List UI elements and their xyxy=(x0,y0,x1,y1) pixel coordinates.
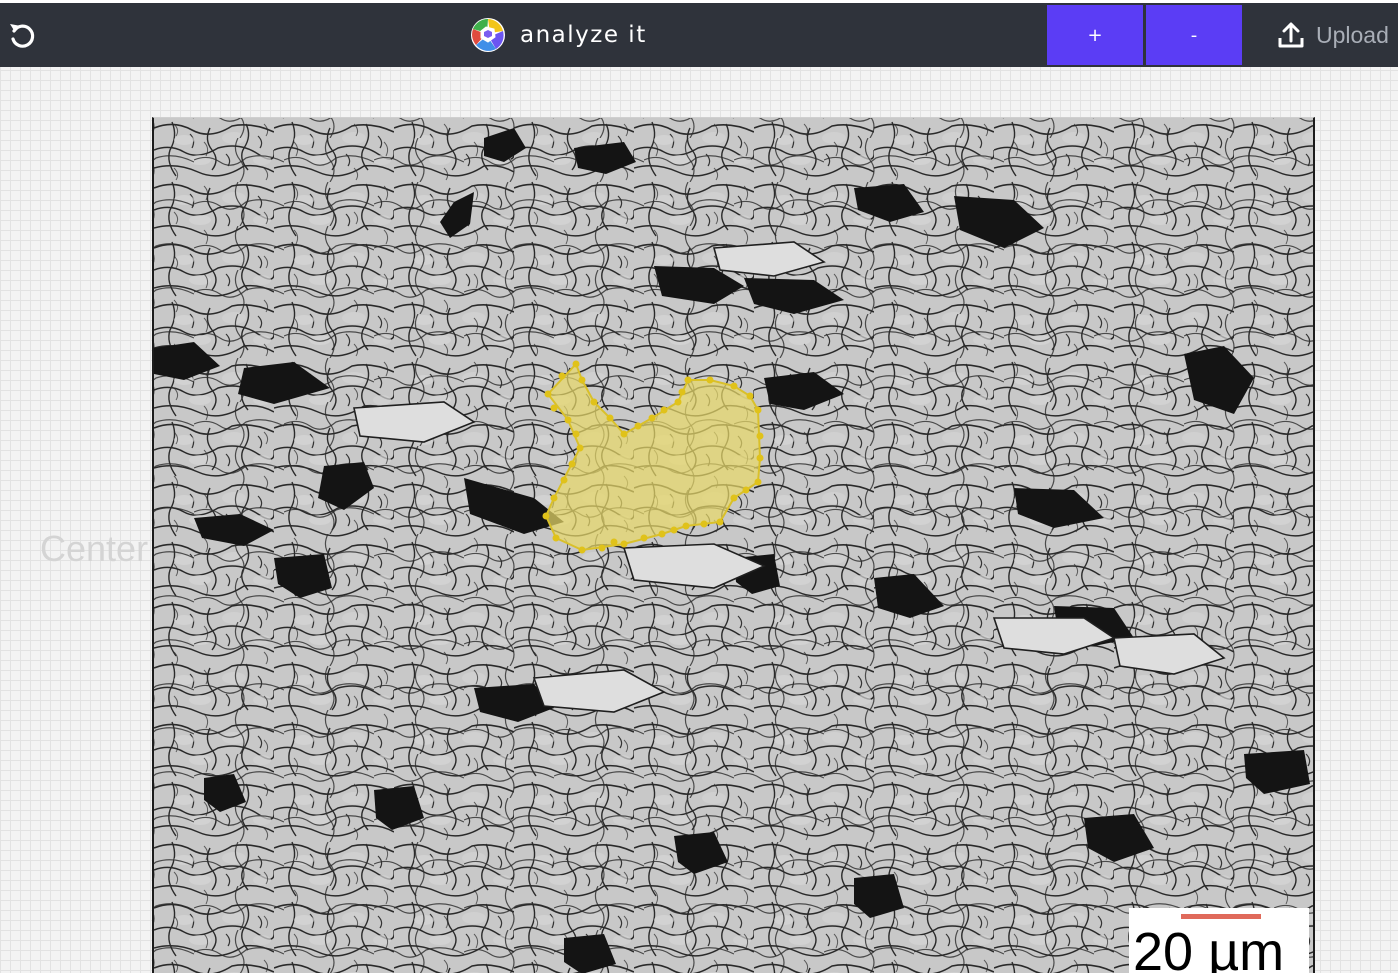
scale-bar-label: 20 µm xyxy=(1133,922,1285,973)
zoom-out-button[interactable]: - xyxy=(1146,5,1242,65)
zoom-in-button[interactable]: + xyxy=(1047,5,1143,65)
upload-icon xyxy=(1278,22,1304,48)
toolbar: analyze it + - Upload xyxy=(0,3,1398,67)
scale-bar-line xyxy=(1181,914,1261,919)
grain-logo-icon xyxy=(471,18,505,52)
undo-icon xyxy=(10,24,35,48)
micrograph-viewer[interactable]: 20 µm xyxy=(152,117,1315,973)
scale-bar: 20 µm xyxy=(1129,908,1309,973)
app-brand: analyze it xyxy=(470,17,647,53)
reset-button[interactable] xyxy=(4,17,40,53)
micrograph-image xyxy=(154,118,1313,973)
app-title: analyze it xyxy=(520,22,647,48)
canvas-background-label: Center xyxy=(40,528,149,569)
upload-button[interactable]: Upload xyxy=(1276,17,1389,53)
upload-label: Upload xyxy=(1316,21,1389,48)
